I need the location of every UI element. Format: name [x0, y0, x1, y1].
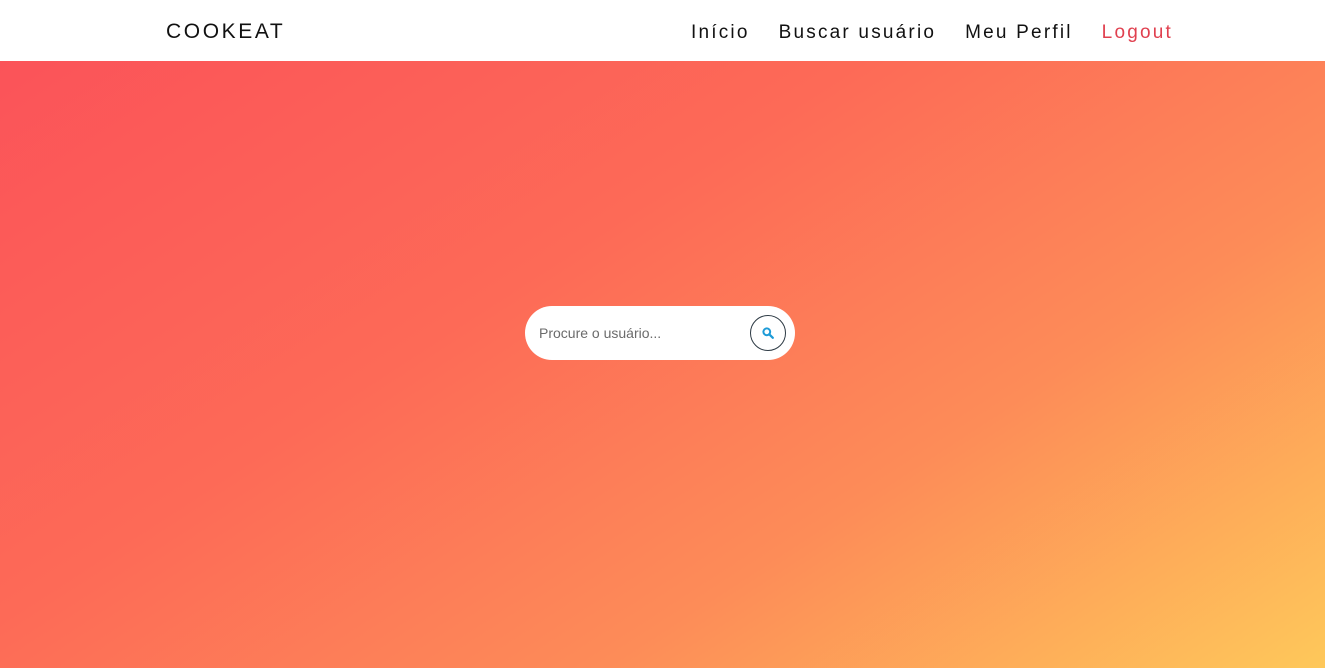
top-navbar: COOKEAT Início Buscar usuário Meu Perfil…	[0, 0, 1325, 61]
search-input[interactable]	[539, 322, 749, 344]
nav-inicio[interactable]: Início	[691, 22, 750, 44]
brand-logo[interactable]: COOKEAT	[166, 20, 285, 44]
main-nav: Início Buscar usuário Meu Perfil Logout	[691, 22, 1173, 44]
hero-background	[0, 61, 1325, 668]
nav-buscar-usuario[interactable]: Buscar usuário	[779, 22, 937, 44]
search-button[interactable]	[750, 315, 786, 351]
nav-logout[interactable]: Logout	[1102, 22, 1173, 44]
nav-meu-perfil[interactable]: Meu Perfil	[965, 22, 1073, 44]
search-icon	[762, 327, 774, 339]
